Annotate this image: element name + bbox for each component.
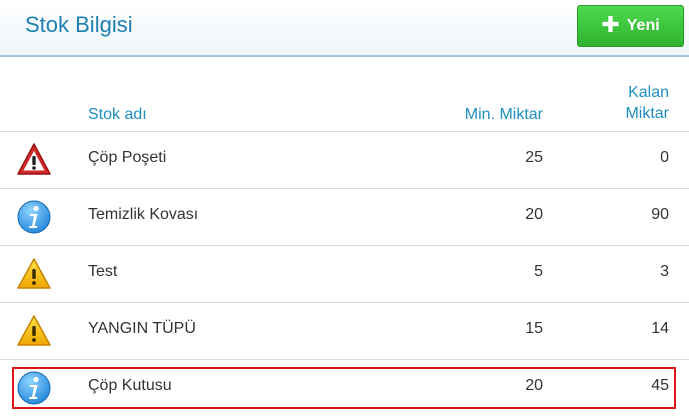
remaining-quantity: 90	[651, 206, 669, 223]
remaining-quantity: 3	[660, 263, 669, 280]
danger-icon	[16, 142, 52, 178]
column-header-remaining-line1: Kalan	[628, 84, 669, 101]
table-row[interactable]: YANGIN TÜPÜ 15 14	[0, 303, 689, 359]
info-icon	[16, 370, 52, 406]
column-header-name[interactable]: Stok adı	[88, 104, 147, 125]
table-row[interactable]: Çöp Kutusu 20 45	[0, 360, 689, 416]
table-row[interactable]: Test 5 3	[0, 246, 689, 302]
page-header: Stok Bilgisi ✚ Yeni	[0, 0, 689, 57]
page-title: Stok Bilgisi	[25, 12, 133, 37]
stock-name: Çöp Kutusu	[88, 377, 172, 394]
info-icon	[16, 199, 52, 235]
new-button-label: Yeni	[626, 17, 660, 34]
column-header-remaining[interactable]: Kalan Miktar	[625, 82, 669, 124]
new-stock-button[interactable]: ✚ Yeni	[577, 5, 684, 47]
warning-icon	[16, 313, 52, 349]
remaining-quantity: 0	[660, 149, 669, 166]
min-quantity: 20	[525, 377, 543, 394]
min-quantity: 25	[525, 149, 543, 166]
stock-name: Temizlik Kovası	[88, 206, 199, 223]
min-quantity: 5	[534, 263, 543, 280]
stock-name: YANGIN TÜPÜ	[88, 320, 196, 337]
table-row[interactable]: Temizlik Kovası 20 90	[0, 189, 689, 245]
warning-icon	[16, 256, 52, 292]
plus-icon: ✚	[601, 12, 620, 37]
remaining-quantity: 14	[651, 320, 669, 337]
stock-name: Test	[88, 263, 118, 280]
column-header-min[interactable]: Min. Miktar	[465, 104, 543, 125]
stock-name: Çöp Poşeti	[88, 149, 167, 166]
remaining-quantity: 45	[651, 377, 669, 394]
min-quantity: 15	[525, 320, 543, 337]
min-quantity: 20	[525, 206, 543, 223]
column-header-remaining-line2: Miktar	[625, 105, 669, 122]
table-row[interactable]: Çöp Poşeti 25 0	[0, 132, 689, 188]
